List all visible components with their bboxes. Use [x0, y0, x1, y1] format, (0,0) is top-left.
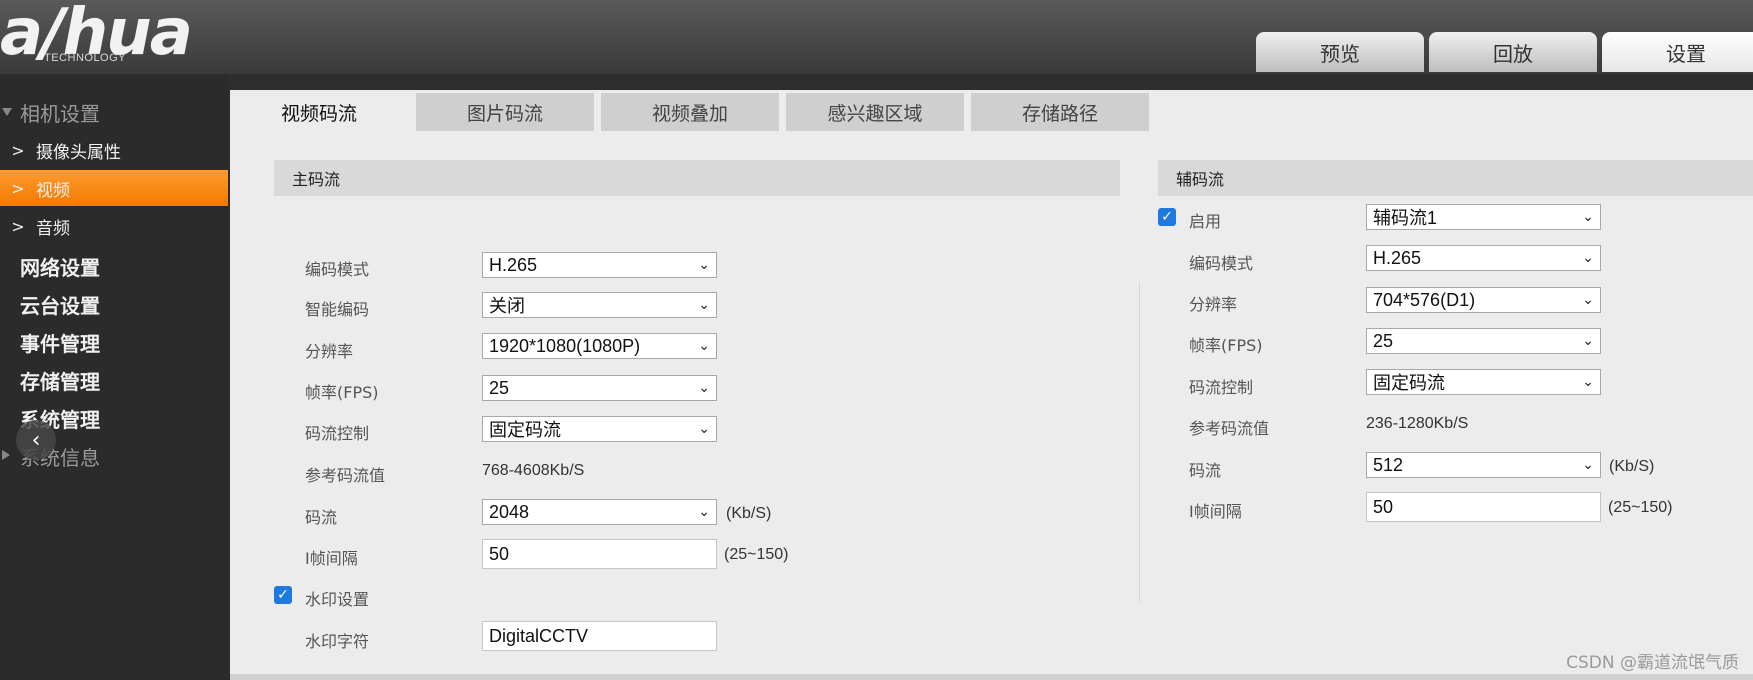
- sidebar-item-camera-properties[interactable]: > 摄像头属性: [0, 132, 228, 168]
- tab-video-stream[interactable]: 视频码流: [230, 93, 408, 131]
- sub-fps-select[interactable]: 25 ⌄: [1366, 328, 1601, 354]
- select-value: 辅码流1: [1373, 208, 1438, 228]
- select-value: H.265: [1373, 247, 1422, 268]
- select-value: 25: [1373, 330, 1394, 351]
- main-iframe-interval-input[interactable]: 50: [482, 539, 717, 569]
- chevron-down-icon: ⌄: [698, 379, 710, 395]
- chevron-down-icon: ⌄: [1582, 208, 1594, 224]
- sub-stream-select[interactable]: 辅码流1 ⌄: [1366, 204, 1601, 230]
- watermark-text-input[interactable]: DigitalCCTV: [482, 621, 717, 651]
- iframe-interval-label: I帧间隔: [305, 549, 358, 568]
- top-tab-playback[interactable]: 回放: [1429, 32, 1597, 72]
- select-value: 1920*1080(1080P): [489, 335, 641, 356]
- sub-resolution-select[interactable]: 704*576(D1) ⌄: [1366, 287, 1601, 313]
- select-value: 704*576(D1): [1373, 289, 1476, 310]
- chevron-down-icon: ⌄: [1582, 373, 1594, 389]
- bitrate-control-label: 码流控制: [305, 424, 370, 443]
- csdn-watermark: CSDN @霸道流氓气质: [1566, 653, 1739, 673]
- collapsed-triangle-icon: [2, 450, 10, 460]
- chevron-down-icon: ⌄: [698, 337, 710, 353]
- bitrate-unit: (Kb/S): [726, 505, 772, 522]
- sub-reference-bitrate-value: 236-1280Kb/S: [1366, 415, 1469, 432]
- logo-subtitle: TECHNOLOGY: [44, 52, 127, 64]
- sidebar-group-storage[interactable]: 存储管理: [20, 366, 100, 395]
- main-resolution-select[interactable]: 1920*1080(1080P) ⌄: [482, 333, 717, 359]
- chevron-down-icon: ⌄: [1582, 291, 1594, 307]
- select-value: 2048: [489, 501, 530, 522]
- sidebar-group-camera[interactable]: 相机设置: [20, 98, 100, 127]
- chevron-right-icon: >: [11, 178, 25, 198]
- sidebar-group-network[interactable]: 网络设置: [20, 252, 100, 281]
- main-bitrate-select[interactable]: 2048 ⌄: [482, 499, 717, 525]
- bitrate-label: 码流: [305, 508, 338, 527]
- sub-bitrate-unit: (Kb/S): [1609, 458, 1655, 475]
- column-divider: [1139, 282, 1140, 602]
- top-tab-settings[interactable]: 设置: [1602, 32, 1753, 72]
- encode-mode-label: 编码模式: [305, 260, 370, 279]
- sidebar-item-label: 摄像头属性: [36, 142, 121, 163]
- chevron-down-icon: ⌄: [698, 420, 710, 436]
- sub-bitrate-control-label: 码流控制: [1189, 378, 1254, 397]
- watermark-text-label: 水印字符: [305, 632, 370, 651]
- sub-fps-label: 帧率(FPS): [1189, 336, 1263, 355]
- sidebar-item-audio[interactable]: > 音频: [0, 208, 228, 244]
- bottom-edge: [230, 674, 1753, 680]
- top-tab-preview[interactable]: 预览: [1256, 32, 1424, 72]
- chevron-right-icon: >: [11, 216, 25, 236]
- select-value: 25: [489, 377, 510, 398]
- chevron-left-icon[interactable]: ‹: [16, 420, 56, 460]
- tab-storage-path[interactable]: 存储路径: [971, 93, 1149, 131]
- select-value: H.265: [489, 254, 538, 275]
- main-smart-codec-select[interactable]: 关闭 ⌄: [482, 292, 717, 318]
- sidebar-item-video[interactable]: > 视频: [0, 170, 228, 206]
- sub-reference-bitrate-label: 参考码流值: [1189, 419, 1270, 438]
- chevron-right-icon: >: [11, 140, 25, 160]
- chevron-down-icon: ⌄: [698, 296, 710, 312]
- watermark-enable-label: 水印设置: [305, 590, 370, 609]
- sub-resolution-label: 分辨率: [1189, 295, 1238, 314]
- sub-iframe-interval-range: (25~150): [1608, 499, 1673, 516]
- chevron-down-icon: ⌄: [1582, 332, 1594, 348]
- main-fps-select[interactable]: 25 ⌄: [482, 375, 717, 401]
- select-value: 固定码流: [1373, 373, 1445, 393]
- main-bitrate-control-select[interactable]: 固定码流 ⌄: [482, 416, 717, 442]
- reference-bitrate-value: 768-4608Kb/S: [482, 462, 585, 479]
- sub-bitrate-control-select[interactable]: 固定码流 ⌄: [1366, 369, 1601, 395]
- sub-encode-mode-label: 编码模式: [1189, 254, 1254, 273]
- sub-stream-enable-checkbox[interactable]: ✓: [1158, 208, 1176, 226]
- sidebar-item-label: 音频: [36, 218, 70, 239]
- chevron-down-icon: ⌄: [1582, 249, 1594, 265]
- smart-codec-label: 智能编码: [305, 300, 370, 319]
- sidebar: 相机设置 > 摄像头属性 > 视频 > 音频 网络设置 云台设置 事件管理 存储…: [0, 74, 228, 680]
- sub-iframe-interval-label: I帧间隔: [1189, 502, 1242, 521]
- sub-bitrate-label: 码流: [1189, 461, 1222, 480]
- select-value: 512: [1373, 454, 1404, 475]
- resolution-label: 分辨率: [305, 342, 354, 361]
- sidebar-item-label: 视频: [36, 180, 70, 201]
- select-value: 固定码流: [489, 420, 561, 440]
- select-value: 关闭: [489, 296, 525, 316]
- chevron-down-icon: ⌄: [1582, 456, 1594, 472]
- sub-iframe-interval-input[interactable]: 50: [1366, 492, 1601, 522]
- chevron-down-icon: ⌄: [698, 256, 710, 272]
- sub-enable-label: 启用: [1189, 212, 1222, 231]
- expand-triangle-icon: [2, 108, 12, 116]
- reference-bitrate-label: 参考码流值: [305, 466, 386, 485]
- sidebar-group-event[interactable]: 事件管理: [20, 328, 100, 357]
- main-stream-header: 主码流: [274, 160, 1120, 196]
- sub-encode-mode-select[interactable]: H.265 ⌄: [1366, 245, 1601, 271]
- fps-label: 帧率(FPS): [305, 383, 379, 402]
- tab-snapshot-stream[interactable]: 图片码流: [416, 93, 594, 131]
- sub-bitrate-select[interactable]: 512 ⌄: [1366, 452, 1601, 478]
- main-encode-mode-select[interactable]: H.265 ⌄: [482, 252, 717, 278]
- chevron-down-icon: ⌄: [698, 503, 710, 519]
- sidebar-group-ptz[interactable]: 云台设置: [20, 290, 100, 319]
- top-header: a/hua TECHNOLOGY 预览 回放 设置: [0, 0, 1753, 74]
- tab-roi[interactable]: 感兴趣区域: [786, 93, 964, 131]
- iframe-interval-range: (25~150): [724, 546, 789, 563]
- tab-video-overlay[interactable]: 视频叠加: [601, 93, 779, 131]
- watermark-enable-checkbox[interactable]: ✓: [274, 586, 292, 604]
- sub-stream-header: 辅码流: [1158, 160, 1753, 196]
